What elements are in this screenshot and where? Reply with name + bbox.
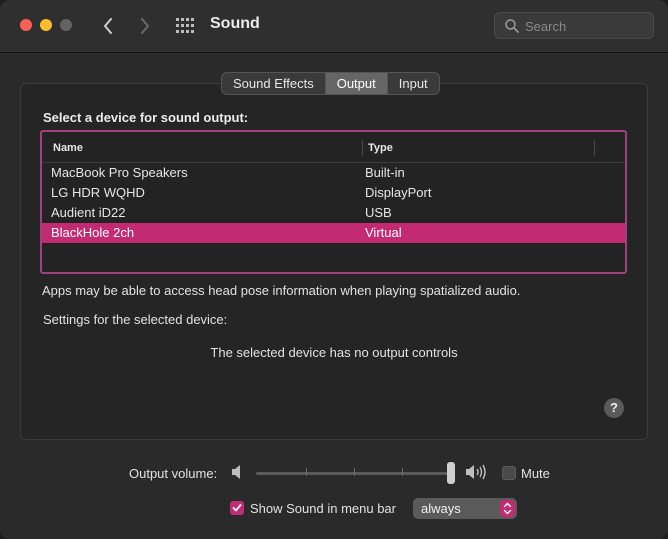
show-in-menu-bar-checkbox[interactable] bbox=[230, 501, 244, 515]
back-button[interactable] bbox=[96, 12, 120, 40]
checkmark-icon bbox=[232, 504, 242, 512]
device-type: Built-in bbox=[365, 165, 405, 180]
search-icon bbox=[505, 19, 519, 33]
forward-button[interactable] bbox=[133, 12, 157, 40]
device-name: BlackHole 2ch bbox=[51, 225, 135, 240]
column-header-name[interactable]: Name bbox=[53, 142, 83, 154]
table-header: Name Type bbox=[42, 132, 625, 163]
slider-tick bbox=[354, 468, 355, 476]
close-button[interactable] bbox=[20, 19, 32, 31]
tab-sound-effects[interactable]: Sound Effects bbox=[222, 73, 326, 94]
device-name: LG HDR WQHD bbox=[51, 185, 145, 200]
updown-arrows-icon bbox=[500, 500, 515, 517]
settings-label: Settings for the selected device: bbox=[43, 312, 228, 327]
title-bar: Sound bbox=[0, 0, 668, 53]
minimize-button[interactable] bbox=[40, 19, 52, 31]
window-title: Sound bbox=[210, 15, 260, 32]
grid-icon[interactable] bbox=[175, 17, 195, 35]
menu-bar-visibility-select[interactable]: always bbox=[413, 498, 517, 519]
show-in-menu-bar-label[interactable]: Show Sound in menu bar bbox=[250, 501, 396, 516]
column-header-type[interactable]: Type bbox=[368, 142, 393, 154]
speaker-low-icon bbox=[232, 465, 240, 479]
no-controls-message: The selected device has no output contro… bbox=[210, 345, 458, 360]
mute-label[interactable]: Mute bbox=[521, 466, 550, 481]
column-divider[interactable] bbox=[594, 140, 595, 156]
mute-checkbox[interactable] bbox=[502, 466, 516, 480]
back-icon bbox=[104, 18, 112, 34]
select-value: always bbox=[421, 501, 461, 516]
forward-icon bbox=[141, 18, 149, 34]
help-icon: ? bbox=[610, 400, 618, 415]
sound-preferences-window: Sound Sound Effects Output Input Select … bbox=[0, 0, 668, 539]
table-row[interactable]: LG HDR WQHD DisplayPort bbox=[42, 183, 625, 203]
output-volume-label: Output volume: bbox=[129, 466, 218, 481]
search-field[interactable] bbox=[494, 12, 654, 39]
device-type: USB bbox=[365, 205, 392, 220]
table-row-selected[interactable]: BlackHole 2ch Virtual bbox=[42, 223, 625, 243]
device-type: Virtual bbox=[365, 225, 402, 240]
device-name: Audient iD22 bbox=[51, 205, 126, 220]
zoom-button[interactable] bbox=[60, 19, 72, 31]
help-button[interactable]: ? bbox=[604, 398, 624, 418]
tab-input[interactable]: Input bbox=[388, 73, 439, 94]
tab-bar: Sound Effects Output Input bbox=[221, 72, 440, 95]
table-row[interactable]: MacBook Pro Speakers Built-in bbox=[42, 163, 625, 183]
device-name: MacBook Pro Speakers bbox=[51, 165, 188, 180]
tab-output[interactable]: Output bbox=[325, 73, 388, 94]
head-pose-note: Apps may be able to access head pose inf… bbox=[42, 283, 521, 298]
speaker-high-icon bbox=[466, 464, 486, 480]
device-prompt: Select a device for sound output: bbox=[43, 110, 249, 125]
volume-slider-knob[interactable] bbox=[447, 462, 455, 484]
table-row[interactable]: Audient iD22 USB bbox=[42, 203, 625, 223]
column-divider[interactable] bbox=[362, 140, 363, 156]
slider-tick bbox=[402, 468, 403, 476]
device-table[interactable]: Name Type MacBook Pro Speakers Built-in … bbox=[40, 130, 627, 274]
search-input[interactable] bbox=[523, 16, 647, 36]
device-type: DisplayPort bbox=[365, 185, 432, 200]
slider-tick bbox=[306, 468, 307, 476]
